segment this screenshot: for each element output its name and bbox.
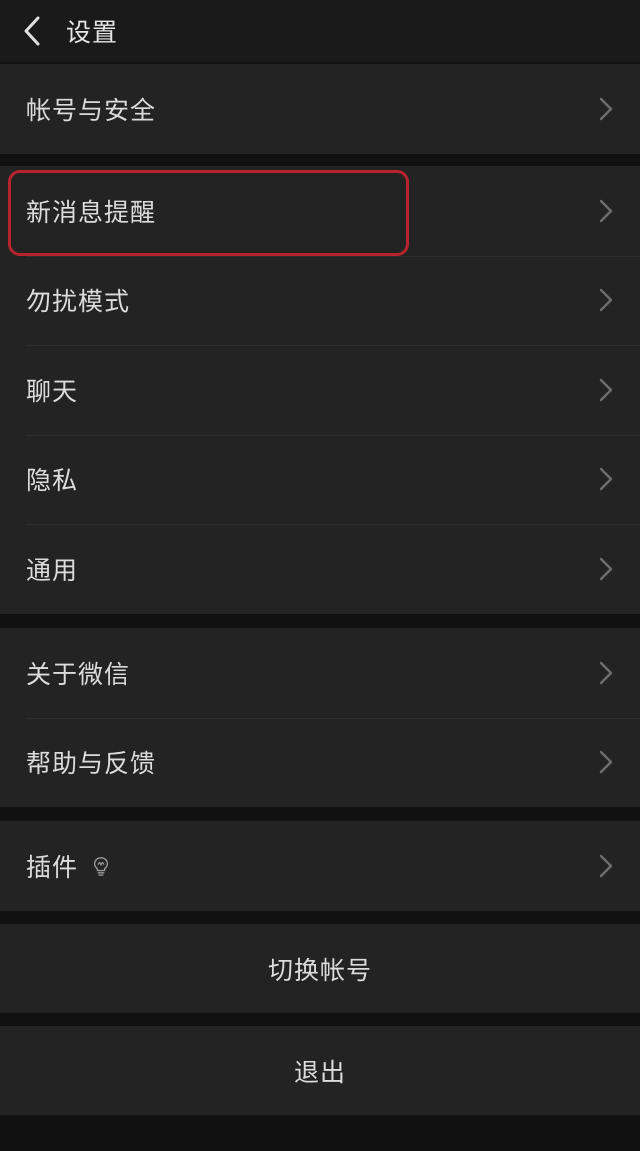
chevron-right-icon [599, 289, 613, 312]
group-plugins: 插件 [0, 821, 640, 911]
chevron-right-icon [599, 97, 613, 120]
logout-label: 退出 [293, 1057, 346, 1087]
settings-item-label: 插件 [26, 852, 79, 882]
chevron-left-icon [24, 16, 40, 46]
highlight-box [8, 170, 409, 256]
settings-item-label: 帮助与反馈 [26, 749, 157, 779]
settings-item-general[interactable]: 通用 [0, 524, 640, 614]
chevron-right-icon [599, 199, 613, 222]
page-title: 设置 [66, 18, 119, 47]
switch-account-button[interactable]: 切换帐号 [0, 924, 640, 1013]
settings-item-privacy[interactable]: 隐私 [0, 434, 640, 525]
group-account: 帐号与安全 [0, 64, 640, 154]
settings-item-help-feedback[interactable]: 帮助与反馈 [0, 717, 640, 808]
group-about: 关于微信 帮助与反馈 [0, 628, 640, 807]
settings-item-label: 通用 [26, 555, 79, 585]
settings-item-chat[interactable]: 聊天 [0, 345, 640, 435]
chevron-right-icon [599, 661, 613, 684]
chevron-right-icon [599, 468, 613, 491]
settings-item-label: 勿扰模式 [26, 287, 131, 317]
chevron-right-icon [599, 854, 613, 877]
settings-screen: 设置 帐号与安全 新消息提醒 勿扰模式 聊天 隐私 通用 关于微信 帮助与反馈 … [0, 0, 640, 1151]
logout-button[interactable]: 退出 [0, 1026, 640, 1115]
settings-item-label: 聊天 [26, 376, 79, 406]
settings-item-label: 帐号与安全 [26, 95, 157, 125]
back-button[interactable] [6, 5, 58, 57]
settings-item-do-not-disturb[interactable]: 勿扰模式 [0, 255, 640, 346]
switch-account-label: 切换帐号 [267, 955, 372, 985]
settings-item-label: 关于微信 [26, 659, 131, 689]
lightbulb-icon [93, 856, 109, 876]
settings-item-about[interactable]: 关于微信 [0, 628, 640, 718]
chevron-right-icon [599, 557, 613, 580]
chevron-right-icon [599, 751, 613, 774]
chevron-right-icon [599, 378, 613, 401]
top-bar: 设置 [0, 0, 640, 62]
settings-item-plugins[interactable]: 插件 [0, 821, 640, 911]
settings-item-label: 隐私 [26, 466, 79, 496]
settings-item-account-security[interactable]: 帐号与安全 [0, 64, 640, 154]
